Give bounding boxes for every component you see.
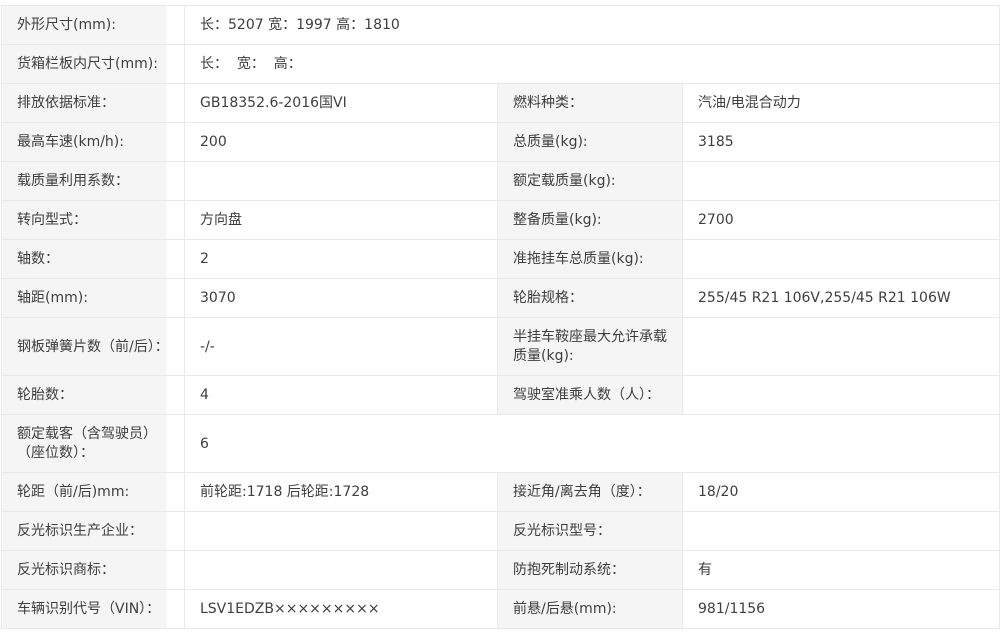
spec-value: 2 bbox=[185, 240, 498, 279]
spec-row-12: 轮距（前/后)mm:前轮距:1718 后轮距:1728接近角/离去角（度）：18… bbox=[2, 473, 1000, 512]
spec-row-11: 额定载客（含驾驶员）（座位数）：6 bbox=[2, 415, 1000, 473]
spec-value bbox=[683, 318, 1000, 376]
spec-value: LSV1EDZB××××××××× bbox=[185, 590, 498, 629]
spec-value bbox=[683, 376, 1000, 415]
spec-label: 货箱栏板内尺寸(mm): bbox=[2, 45, 185, 84]
spec-label: 最高车速(km/h): bbox=[2, 123, 185, 162]
spec-label: 轴距(mm): bbox=[2, 279, 185, 318]
spec-row-7: 轴数：2准拖挂车总质量(kg): bbox=[2, 240, 1000, 279]
spec-row-6: 转向型式：方向盘整备质量(kg):2700 bbox=[2, 201, 1000, 240]
spec-row-13: 反光标识生产企业： 反光标识型号： bbox=[2, 512, 1000, 551]
spec-value: 6 bbox=[185, 415, 1000, 473]
spec-row-15: 车辆识别代号（VIN）：LSV1EDZB×××××××××前悬/后悬(mm):9… bbox=[2, 590, 1000, 629]
spec-value bbox=[683, 512, 1000, 551]
spec-label: 半挂车鞍座最大允许承载质量(kg): bbox=[498, 318, 683, 376]
spec-row-10: 轮胎数：4驾驶室准乘人数（人）： bbox=[2, 376, 1000, 415]
vehicle-spec-page: 外形尺寸(mm):长：5207 宽：1997 高：1810货箱栏板内尺寸(mm)… bbox=[0, 0, 1000, 634]
spec-row-14: 反光标识商标： 防抱死制动系统：有 bbox=[2, 551, 1000, 590]
spec-label: 接近角/离去角（度）： bbox=[498, 473, 683, 512]
spec-label: 外形尺寸(mm): bbox=[2, 6, 185, 45]
spec-label: 排放依据标准： bbox=[2, 84, 185, 123]
spec-row-3: 排放依据标准：GB18352.6-2016国VI燃料种类：汽油/电混合动力 bbox=[2, 84, 1000, 123]
spec-label: 轮距（前/后)mm: bbox=[2, 473, 185, 512]
spec-value: 3070 bbox=[185, 279, 498, 318]
spec-label: 反光标识生产企业： bbox=[2, 512, 185, 551]
spec-value: 2700 bbox=[683, 201, 1000, 240]
spec-label: 驾驶室准乘人数（人）： bbox=[498, 376, 683, 415]
vehicle-spec-table: 外形尺寸(mm):长：5207 宽：1997 高：1810货箱栏板内尺寸(mm)… bbox=[1, 5, 1000, 629]
spec-value: 长：5207 宽：1997 高：1810 bbox=[185, 6, 1000, 45]
spec-value: 长： 宽： 高： bbox=[185, 45, 1000, 84]
spec-value: 18/20 bbox=[683, 473, 1000, 512]
spec-label: 轮胎数： bbox=[2, 376, 185, 415]
spec-label: 反光标识型号： bbox=[498, 512, 683, 551]
spec-value: 3185 bbox=[683, 123, 1000, 162]
spec-row-2: 货箱栏板内尺寸(mm):长： 宽： 高： bbox=[2, 45, 1000, 84]
spec-value: 200 bbox=[185, 123, 498, 162]
spec-label: 整备质量(kg): bbox=[498, 201, 683, 240]
spec-value bbox=[683, 162, 1000, 201]
spec-label: 轮胎规格： bbox=[498, 279, 683, 318]
vehicle-spec-table-body: 外形尺寸(mm):长：5207 宽：1997 高：1810货箱栏板内尺寸(mm)… bbox=[2, 6, 1000, 629]
spec-label: 钢板弹簧片数（前/后）： bbox=[2, 318, 185, 376]
spec-value: -/- bbox=[185, 318, 498, 376]
spec-label: 额定载客（含驾驶员）（座位数）： bbox=[2, 415, 185, 473]
spec-row-4: 最高车速(km/h):200总质量(kg):3185 bbox=[2, 123, 1000, 162]
spec-value: 前轮距:1718 后轮距:1728 bbox=[185, 473, 498, 512]
spec-value: 汽油/电混合动力 bbox=[683, 84, 1000, 123]
spec-label: 额定载质量(kg): bbox=[498, 162, 683, 201]
spec-row-8: 轴距(mm):3070轮胎规格：255/45 R21 106V,255/45 R… bbox=[2, 279, 1000, 318]
spec-value bbox=[185, 512, 498, 551]
spec-label: 前悬/后悬(mm): bbox=[498, 590, 683, 629]
spec-value: 4 bbox=[185, 376, 498, 415]
spec-row-5: 载质量利用系数： 额定载质量(kg): bbox=[2, 162, 1000, 201]
spec-value: 有 bbox=[683, 551, 1000, 590]
spec-label: 反光标识商标： bbox=[2, 551, 185, 590]
spec-label: 转向型式： bbox=[2, 201, 185, 240]
spec-row-9: 钢板弹簧片数（前/后）：-/-半挂车鞍座最大允许承载质量(kg): bbox=[2, 318, 1000, 376]
spec-label: 轴数： bbox=[2, 240, 185, 279]
spec-label: 准拖挂车总质量(kg): bbox=[498, 240, 683, 279]
spec-value bbox=[185, 551, 498, 590]
spec-label: 载质量利用系数： bbox=[2, 162, 185, 201]
spec-label: 车辆识别代号（VIN）： bbox=[2, 590, 185, 629]
spec-value bbox=[683, 240, 1000, 279]
spec-label: 总质量(kg): bbox=[498, 123, 683, 162]
spec-value: 981/1156 bbox=[683, 590, 1000, 629]
spec-value: 255/45 R21 106V,255/45 R21 106W bbox=[683, 279, 1000, 318]
spec-value bbox=[185, 162, 498, 201]
spec-label: 防抱死制动系统： bbox=[498, 551, 683, 590]
spec-value: 方向盘 bbox=[185, 201, 498, 240]
spec-row-1: 外形尺寸(mm):长：5207 宽：1997 高：1810 bbox=[2, 6, 1000, 45]
spec-label: 燃料种类： bbox=[498, 84, 683, 123]
spec-value: GB18352.6-2016国VI bbox=[185, 84, 498, 123]
